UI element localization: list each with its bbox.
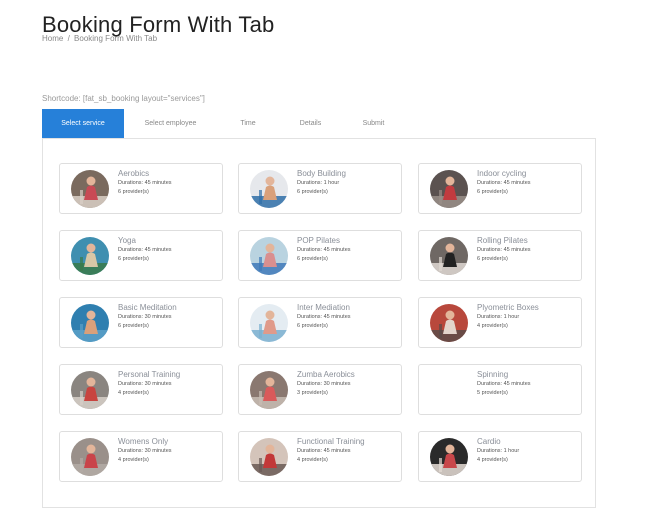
service-card[interactable]: POP Pilates Durations: 45 minutes 6 provid… bbox=[238, 230, 402, 281]
tab-details[interactable]: Details bbox=[279, 109, 342, 138]
service-duration: Durations: 45 minutes bbox=[477, 180, 531, 186]
service-name: Plyometric Boxes bbox=[477, 303, 539, 312]
service-card[interactable]: Yoga Durations: 45 minutes 6 provider(s) bbox=[59, 230, 223, 281]
service-name: Basic Meditation bbox=[118, 303, 177, 312]
service-providers: 4 provider(s) bbox=[118, 390, 149, 396]
service-card[interactable]: Inter Mediation Durations: 45 minutes 6 pr… bbox=[238, 297, 402, 348]
service-providers: 6 provider(s) bbox=[297, 189, 328, 195]
service-name: POP Pilates bbox=[297, 236, 340, 245]
service-duration: Durations: 45 minutes bbox=[477, 247, 531, 253]
shortcode-text: Shortcode: [fat_sb_booking layout="servi… bbox=[42, 94, 205, 103]
service-duration: Durations: 45 minutes bbox=[297, 448, 351, 454]
services-panel: Aerobics Durations: 45 minutes 6 provider(… bbox=[42, 138, 596, 508]
service-providers: 4 provider(s) bbox=[118, 457, 149, 463]
service-name: Personal Training bbox=[118, 370, 181, 379]
breadcrumb-current: Booking Form With Tab bbox=[74, 34, 158, 43]
service-duration: Durations: 45 minutes bbox=[477, 381, 531, 387]
service-name: Cardio bbox=[477, 437, 501, 446]
breadcrumb: Home / Booking Form With Tab bbox=[42, 34, 157, 43]
service-photo bbox=[430, 237, 468, 275]
service-duration: Durations: 1 hour bbox=[477, 448, 520, 454]
service-photo bbox=[250, 170, 288, 208]
service-photo bbox=[430, 304, 468, 342]
service-providers: 6 provider(s) bbox=[118, 323, 149, 329]
tab-time[interactable]: Time bbox=[217, 109, 279, 138]
service-name: Spinning bbox=[477, 370, 509, 379]
service-providers: 4 provider(s) bbox=[477, 457, 508, 463]
service-duration: Durations: 30 minutes bbox=[118, 314, 172, 320]
service-name: Rolling Pilates bbox=[477, 236, 528, 245]
booking-tabs: Select service Select employee Time Deta… bbox=[42, 109, 405, 138]
service-photo bbox=[71, 304, 109, 342]
service-card[interactable]: Indoor cycling Durations: 45 minutes 6 pro… bbox=[418, 163, 582, 214]
service-card[interactable]: Functional Training Durations: 45 minutes… bbox=[238, 431, 402, 482]
service-duration: Durations: 30 minutes bbox=[297, 381, 351, 387]
service-duration: Durations: 45 minutes bbox=[297, 314, 351, 320]
service-card[interactable]: Plyometric Boxes Durations: 1 hour 4 provi… bbox=[418, 297, 582, 348]
breadcrumb-separator: / bbox=[67, 34, 70, 43]
service-card[interactable]: Cardio Durations: 1 hour 4 provider(s) bbox=[418, 431, 582, 482]
service-name: Indoor cycling bbox=[477, 169, 527, 178]
service-providers: 6 provider(s) bbox=[118, 189, 149, 195]
service-name: Zumba Aerobics bbox=[297, 370, 355, 379]
service-providers: 4 provider(s) bbox=[297, 457, 328, 463]
service-name: Yoga bbox=[118, 236, 136, 245]
breadcrumb-home-link[interactable]: Home bbox=[42, 34, 63, 43]
service-name: Body Building bbox=[297, 169, 346, 178]
service-photo bbox=[430, 170, 468, 208]
tab-select-employee[interactable]: Select employee bbox=[124, 109, 217, 138]
service-photo bbox=[71, 237, 109, 275]
service-card[interactable]: Personal Training Durations: 30 minutes 4 … bbox=[59, 364, 223, 415]
tab-submit[interactable]: Submit bbox=[342, 109, 405, 138]
tab-select-service[interactable]: Select service bbox=[42, 109, 124, 138]
service-duration: Durations: 45 minutes bbox=[297, 247, 351, 253]
service-photo bbox=[250, 438, 288, 476]
service-name: Aerobics bbox=[118, 169, 150, 178]
service-photo bbox=[430, 438, 468, 476]
service-name: Functional Training bbox=[297, 437, 365, 446]
service-card[interactable]: Aerobics Durations: 45 minutes 6 provider(… bbox=[59, 163, 223, 214]
service-duration: Durations: 30 minutes bbox=[118, 448, 172, 454]
service-providers: 6 provider(s) bbox=[477, 256, 508, 262]
service-photo bbox=[250, 371, 288, 409]
service-card[interactable]: Basic Meditation Durations: 30 minutes 6 p… bbox=[59, 297, 223, 348]
service-name: Inter Mediation bbox=[297, 303, 350, 312]
service-card[interactable]: Rolling Pilates Durations: 45 minutes 6 pr… bbox=[418, 230, 582, 281]
service-providers: 6 provider(s) bbox=[118, 256, 149, 262]
service-photo bbox=[71, 438, 109, 476]
service-duration: Durations: 45 minutes bbox=[118, 180, 172, 186]
service-providers: 6 provider(s) bbox=[477, 189, 508, 195]
service-photo bbox=[250, 304, 288, 342]
service-name: Womens Only bbox=[118, 437, 169, 446]
service-providers: 3 provider(s) bbox=[297, 390, 328, 396]
service-photo bbox=[71, 170, 109, 208]
service-duration: Durations: 30 minutes bbox=[118, 381, 172, 387]
service-card[interactable]: Spinning Durations: 45 minutes 5 provider(… bbox=[418, 364, 582, 415]
service-card[interactable]: Body Building Durations: 1 hour 6 provider… bbox=[238, 163, 402, 214]
service-photo bbox=[71, 371, 109, 409]
service-providers: 6 provider(s) bbox=[297, 323, 328, 329]
service-duration: Durations: 1 hour bbox=[297, 180, 340, 186]
service-providers: 6 provider(s) bbox=[297, 256, 328, 262]
service-photo bbox=[250, 237, 288, 275]
service-duration: Durations: 45 minutes bbox=[118, 247, 172, 253]
service-duration: Durations: 1 hour bbox=[477, 314, 520, 320]
service-providers: 4 provider(s) bbox=[477, 323, 508, 329]
service-card[interactable]: Zumba Aerobics Durations: 30 minutes 3 pro… bbox=[238, 364, 402, 415]
service-providers: 5 provider(s) bbox=[477, 390, 508, 396]
service-card[interactable]: Womens Only Durations: 30 minutes 4 provid… bbox=[59, 431, 223, 482]
